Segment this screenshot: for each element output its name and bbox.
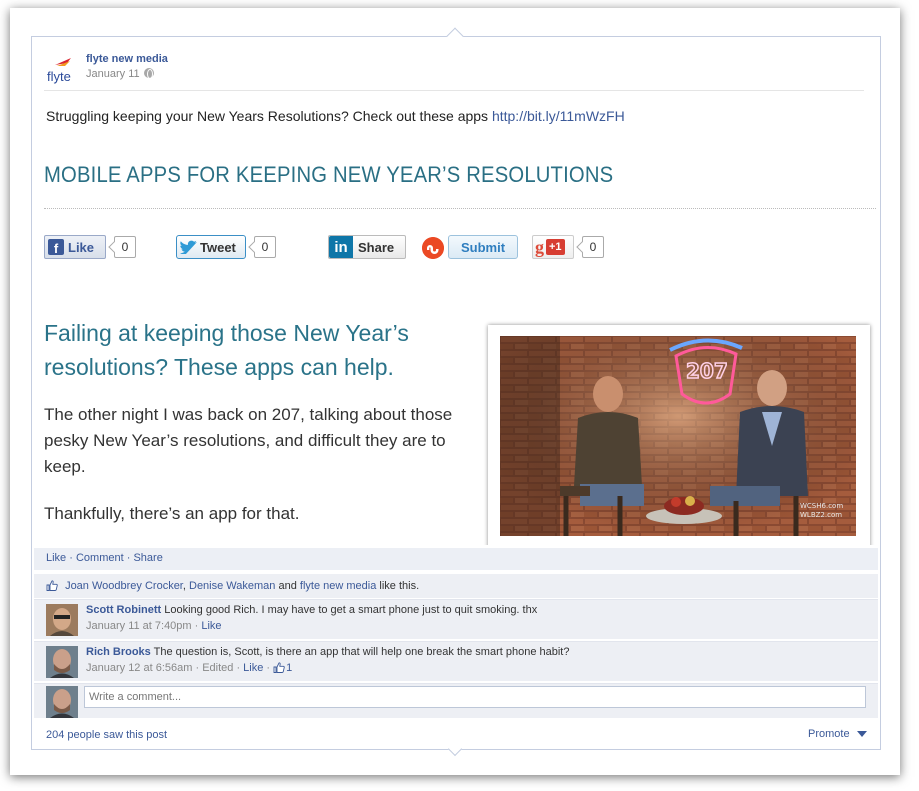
linkedin-icon: in: [329, 236, 353, 258]
flyte-logo-avatar[interactable]: flyte: [45, 55, 77, 87]
comment-action-link[interactable]: Comment: [76, 552, 124, 564]
comment-like-link[interactable]: Like: [201, 620, 221, 632]
avatar[interactable]: [46, 604, 78, 636]
article-preview[interactable]: MOBILE APPS FOR KEEPING NEW YEAR’S RESOL…: [34, 140, 878, 545]
comment-meta: January 11 at 7:40pm · Like: [86, 620, 222, 632]
avatar[interactable]: [46, 646, 78, 678]
tweet-label: Tweet: [200, 239, 236, 255]
facebook-like-button[interactable]: f Like: [44, 235, 106, 259]
article-paragraph-2: Thankfully, there’s an app for that.: [44, 504, 300, 523]
post-timestamp[interactable]: January 11: [86, 68, 154, 80]
linkedin-share-button[interactable]: in Share: [328, 235, 406, 259]
stumbleupon-icon[interactable]: [422, 237, 444, 259]
watermark-line-1: WCSH6.com: [800, 502, 843, 510]
post-link[interactable]: http://bit.ly/11mWzFH: [492, 108, 625, 124]
logo-text: flyte: [47, 69, 71, 84]
chevron-down-icon: [856, 731, 867, 737]
comment-item: Rich Brooks The question is, Scott, is t…: [34, 641, 878, 681]
write-comment-input[interactable]: [84, 686, 866, 708]
comment-edited-label[interactable]: Edited: [202, 662, 233, 674]
comment-author[interactable]: Scott Robinett: [86, 604, 161, 616]
comment-text: The question is, Scott, is there an app …: [153, 646, 570, 658]
share-buttons-row: f Like 0 Tweet 0 in Share Submit g +1 0: [34, 232, 878, 266]
separator-dot: ·: [69, 552, 76, 564]
liker-link[interactable]: Joan Woodbrey Crocker: [65, 580, 183, 592]
header-divider: [44, 90, 864, 91]
google-g-icon: g: [535, 236, 544, 257]
stumbleupon-submit-button[interactable]: Submit: [448, 235, 518, 259]
comment-like-link[interactable]: Like: [243, 662, 263, 674]
thumbs-up-icon: [46, 580, 58, 591]
globe-icon: [143, 68, 154, 79]
plus-one-label: +1: [546, 239, 565, 255]
liker-link[interactable]: flyte new media: [300, 580, 376, 592]
likes-joiner: and: [278, 580, 297, 592]
tweet-count: 0: [254, 236, 276, 258]
comment-body: Rich Brooks The question is, Scott, is t…: [86, 646, 569, 658]
comment-timestamp[interactable]: January 11 at 7:40pm: [86, 620, 192, 632]
video-thumbnail[interactable]: 207 WCSH6.com WLBZ2.com: [488, 325, 870, 545]
comment-text: Looking good Rich. I may have to get a s…: [164, 604, 538, 616]
google-plus-button[interactable]: g +1: [532, 235, 574, 259]
comment-item: Scott Robinett Looking good Rich. I may …: [34, 599, 878, 639]
facebook-like-count: 0: [114, 236, 136, 258]
post-reach-text[interactable]: 204 people saw this post: [46, 729, 167, 741]
neon-sign-text: 207: [686, 359, 728, 383]
comment-meta: January 12 at 6:56am · Edited · Like · 1: [86, 662, 293, 674]
article-subheading: Failing at keeping those New Year’s reso…: [44, 320, 409, 380]
share-action-link[interactable]: Share: [133, 552, 162, 564]
promote-button[interactable]: Promote: [808, 728, 867, 740]
facebook-like-label: Like: [68, 239, 95, 255]
page-name-link[interactable]: flyte new media: [86, 53, 168, 65]
twitter-bird-icon: [180, 240, 197, 254]
thumbs-up-icon: [273, 662, 285, 673]
likes-summary: Joan Woodbrey Crocker, Denise Wakeman an…: [34, 574, 878, 598]
linkedin-share-label: Share: [358, 239, 395, 255]
article-paragraph-1: The other night I was back on 207, talki…: [44, 405, 453, 476]
comment-timestamp[interactable]: January 12 at 6:56am: [86, 662, 192, 674]
interview-scene-image: 207 WCSH6.com WLBZ2.com: [500, 336, 856, 536]
tweet-button[interactable]: Tweet: [176, 235, 246, 259]
post-message-text: Struggling keeping your New Years Resolu…: [46, 108, 489, 124]
post-message: Struggling keeping your New Years Resolu…: [46, 108, 625, 124]
comment-author[interactable]: Rich Brooks: [86, 646, 151, 658]
comment-body: Scott Robinett Looking good Rich. I may …: [86, 604, 537, 616]
promote-label: Promote: [808, 728, 850, 740]
write-comment-row: [34, 683, 878, 718]
google-plus-count: 0: [582, 236, 604, 258]
likes-joiner: ,: [182, 580, 186, 592]
like-count-number: 1: [286, 662, 293, 674]
comment-like-count[interactable]: 1: [273, 662, 292, 674]
facebook-f-icon: f: [48, 239, 64, 255]
post-date-text[interactable]: January 11: [86, 68, 140, 80]
post-actions-bar: Like · Comment · Share: [34, 548, 878, 570]
like-action-link[interactable]: Like: [46, 552, 66, 564]
liker-link[interactable]: Denise Wakeman: [189, 580, 275, 592]
article-title[interactable]: MOBILE APPS FOR KEEPING NEW YEAR’S RESOL…: [44, 162, 613, 188]
avatar: [46, 686, 78, 718]
likes-suffix: like this.: [379, 580, 420, 592]
title-divider: [44, 208, 876, 209]
watermark-line-2: WLBZ2.com: [800, 511, 842, 519]
